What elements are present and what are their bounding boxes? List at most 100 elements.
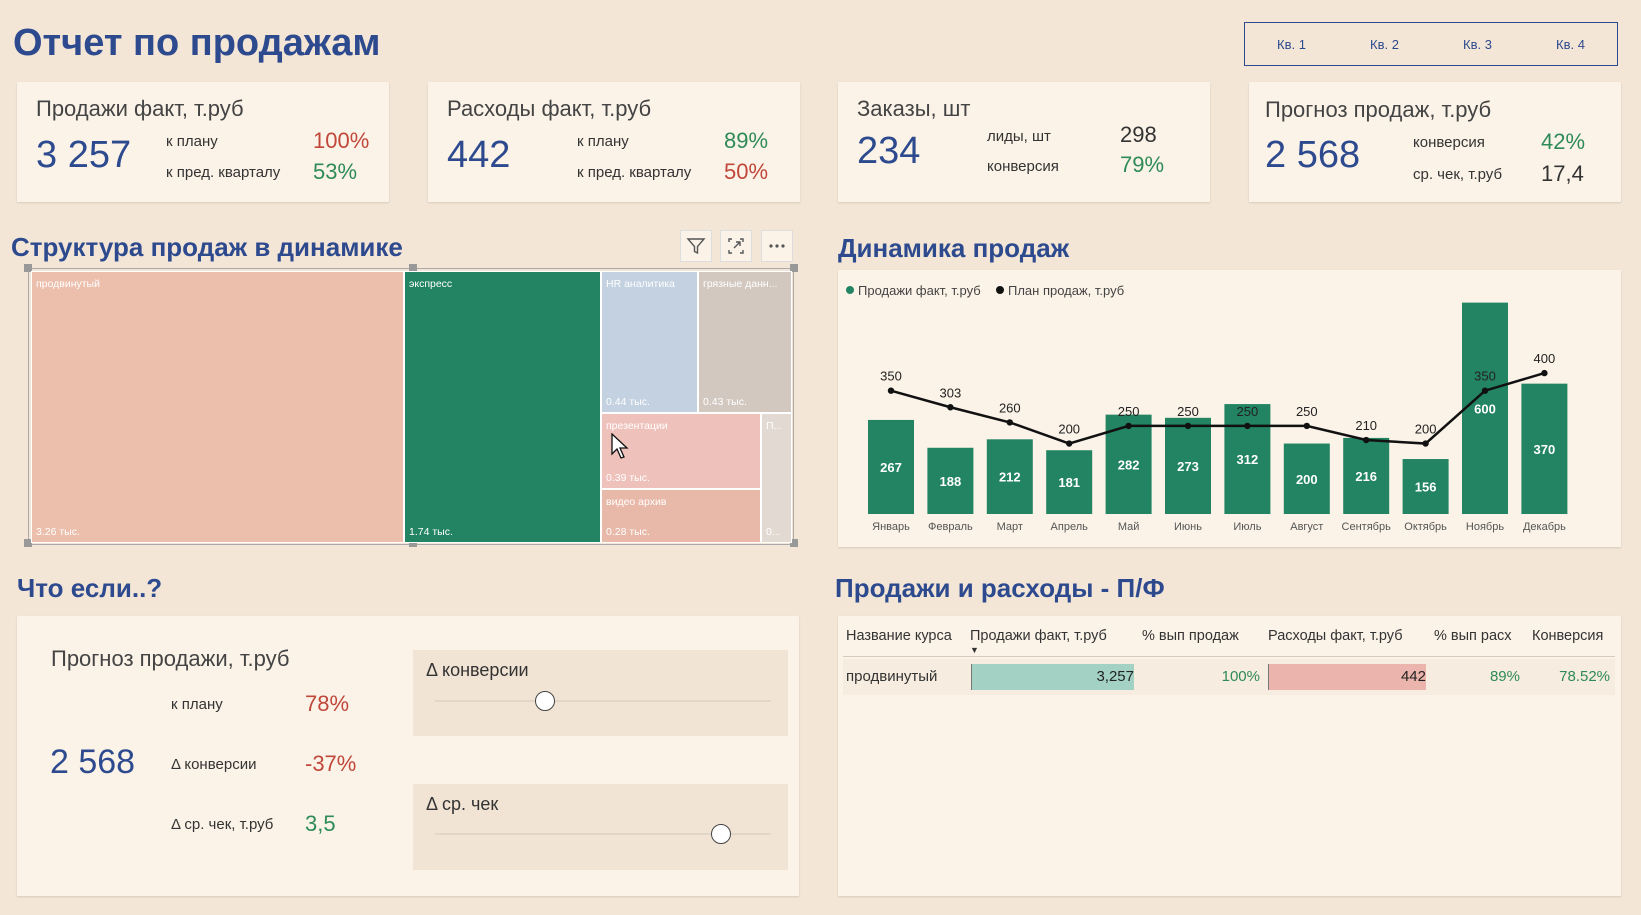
kpi-value: 234 [857,130,921,172]
bar-value-label: 156 [1415,480,1437,495]
tile-label: продвинутый [36,278,100,290]
plan-point [1363,436,1370,444]
tile-value: 0.44 тыс. [606,396,650,408]
cell-sales-pct: 100% [1221,668,1260,685]
avg-check-slicer: Δ ср. чек [413,784,788,870]
focus-mode-icon[interactable] [720,230,752,262]
plan-value-label: 250 [1296,404,1318,419]
kpi-title: Прогноз продаж, т.руб [1265,97,1492,122]
tile-label: видео архив [606,496,667,508]
legend-label-plan: План продаж, т.руб [1008,283,1124,298]
quarter-option-2[interactable]: Кв. 2 [1338,23,1431,65]
col-header-costs-pct[interactable]: % вып расх [1434,628,1512,644]
treemap-tile-express[interactable]: экспресс 1.74 тыс. [404,271,601,543]
tile-label: грязные данн... [703,278,778,290]
kpi-row2-value: 50% [724,159,769,184]
kpi-row2-label: к пред. кварталу [577,164,692,181]
kpi-row1-value: 89% [724,128,769,153]
plan-point [1125,422,1132,430]
whatif-title: Что если..? [17,573,163,603]
quarter-option-3[interactable]: Кв. 3 [1431,23,1524,65]
whatif-card: Прогноз продажи, т.руб 2 568 к плану 78%… [17,616,799,896]
plan-point [1006,419,1013,426]
forecast-card-title: Прогноз продажи, т.руб [51,646,290,671]
x-tick-label: Март [997,521,1023,533]
plan-label: к плану [171,696,223,713]
x-tick-label: Сентябрь [1342,521,1392,533]
plan-point [1422,440,1429,447]
kpi-title: Заказы, шт [857,96,971,121]
forecast-big-value: 2 568 [50,743,136,781]
slider-handle[interactable] [535,691,555,711]
kpi-title: Расходы факт, т.руб [447,96,652,121]
kpi-value: 442 [447,134,511,176]
kpi-row1-value: 100% [313,128,370,153]
plan-value-label: 210 [1355,418,1377,433]
kpi-row1-label: к плану [166,133,218,150]
plan-value-label: 250 [1118,404,1140,419]
plan-point [887,387,895,394]
slider-label: Δ конверсии [426,660,529,680]
quarter-option-1[interactable]: Кв. 1 [1245,23,1338,65]
treemap-tile-dirty-data[interactable]: грязные данн... 0.43 тыс. [698,271,792,413]
treemap-tile-advanced[interactable]: продвинутый 3.26 тыс. [31,271,404,543]
treemap-tile-other[interactable]: П... 0... [761,413,792,543]
treemap-tile-hr[interactable]: HR аналитика 0.44 тыс. [601,271,698,413]
conversion-delta-label: Δ конверсии [171,756,257,773]
tile-value: 0.43 тыс. [703,396,747,408]
kpi-card-sales: Продажи факт, т.руб 3 257 к плану 100% к… [17,82,389,202]
plan-value-label: 260 [999,400,1021,415]
table-title: Продажи и расходы - П/Ф [835,573,1165,603]
legend-marker-plan [996,286,1004,294]
plan-point [1184,422,1192,430]
kpi-row2-label: конверсия [987,158,1059,175]
slider-label: Δ ср. чек [426,794,499,814]
tile-label: HR аналитика [606,278,675,290]
x-tick-label: Июль [1233,521,1261,533]
plan-line [890,371,1545,445]
more-options-icon[interactable] [761,230,793,262]
slider-track[interactable] [435,700,771,702]
kpi-value: 3 257 [36,134,132,176]
structure-title: Структура продаж в динамике [11,232,403,262]
plan-value-label: 303 [940,385,962,400]
avg-check-delta-label: Δ ср. чек, т.руб [171,816,274,833]
bar-value-label: 181 [1058,475,1080,490]
bar-value-label: 370 [1534,442,1556,457]
bar-value-label: 200 [1296,472,1318,487]
x-tick-label: Декабрь [1523,521,1566,533]
conversion-slicer: Δ конверсии [413,650,788,736]
plan-point [1244,422,1251,430]
cell-conversion: 78.52% [1559,668,1610,685]
bar-value-label: 212 [999,470,1021,485]
plan-value-label: 200 [1415,422,1437,437]
slider-handle[interactable] [711,824,731,844]
plan-value-label: 350 [1474,369,1496,384]
col-header-costs[interactable]: Расходы факт, т.руб [1268,628,1403,644]
dynamics-title: Динамика продаж [838,233,1070,263]
x-tick-label: Ноябрь [1466,521,1504,533]
col-header-course[interactable]: Название курса [846,628,952,644]
kpi-row2-value: 79% [1120,152,1165,177]
bar-value-label: 216 [1355,469,1377,484]
plan-value-label: 250 [1237,404,1259,419]
col-header-conversion[interactable]: Конверсия [1532,628,1603,644]
kpi-row1-label: к плану [577,133,629,150]
kpi-row2-value: 53% [313,159,358,184]
x-tick-label: Июнь [1174,521,1202,533]
col-header-sales-pct[interactable]: % вып продаж [1142,628,1239,644]
sort-desc-icon[interactable]: ▼ [970,645,979,655]
treemap-tile-video-archive[interactable]: видео архив 0.28 тыс. [601,489,761,543]
quarter-option-4[interactable]: Кв. 4 [1524,23,1617,65]
plan-value-label: 350 [880,369,902,384]
filter-icon[interactable] [680,230,712,262]
kpi-card-costs: Расходы факт, т.руб 442 к плану 89% к пр… [428,82,800,202]
plan-point [947,404,954,411]
legend-marker-sales [846,286,854,294]
x-tick-label: Октябрь [1404,521,1447,533]
sales-dynamics-chart: Продажи факт, т.руб План продаж, т.руб 267… [846,283,1568,533]
tile-label: экспресс [409,278,453,290]
tile-value: 0.28 тыс. [606,526,650,538]
col-header-sales[interactable]: Продажи факт, т.руб [970,628,1107,644]
cell-course-name: продвинутый [846,668,938,685]
